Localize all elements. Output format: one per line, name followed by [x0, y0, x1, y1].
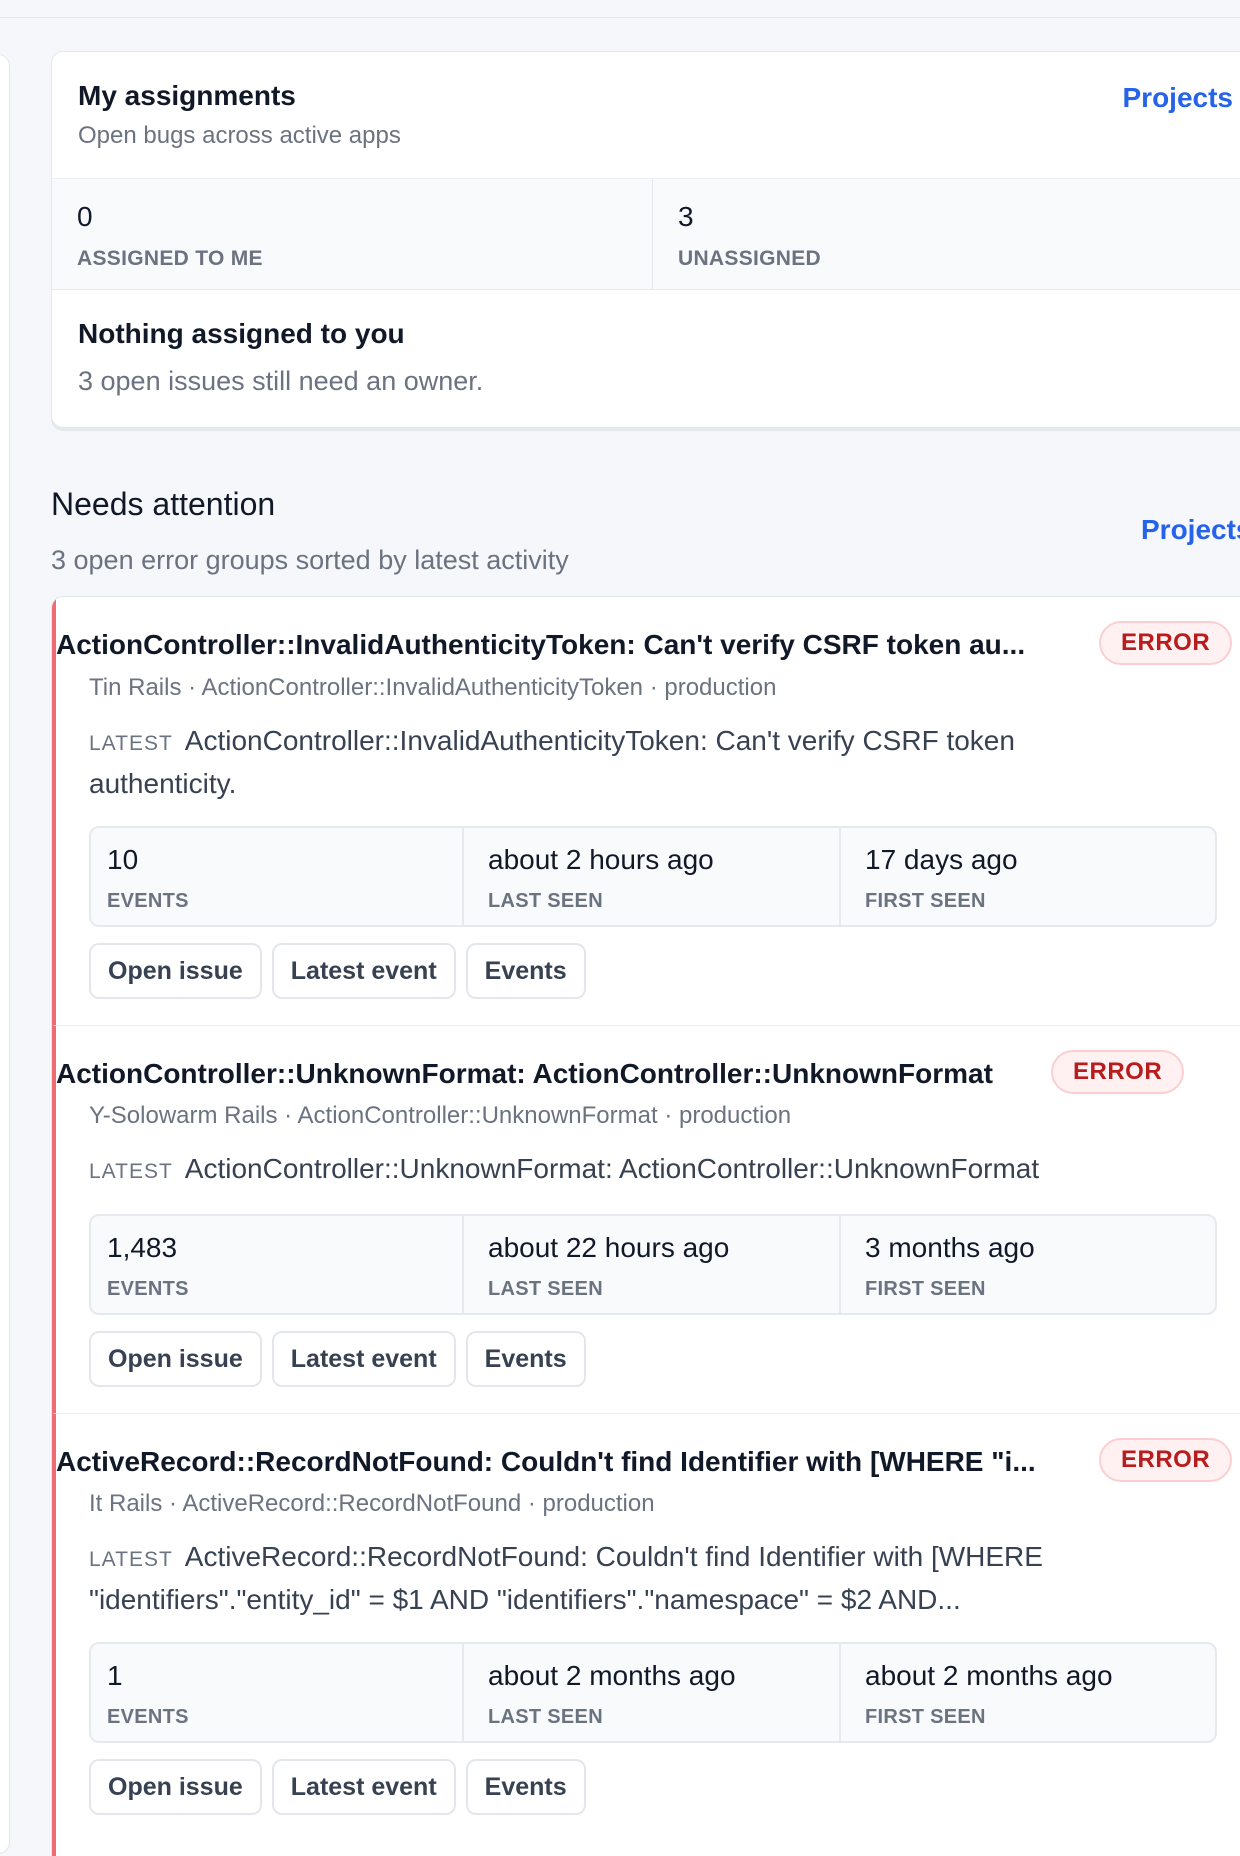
- stat-assigned-to-me: 0 ASSIGNED TO ME: [52, 179, 652, 289]
- issue-latest: LATEST ActiveRecord::RecordNotFound: Coul…: [89, 1537, 1089, 1620]
- needs-attention-subtitle: 3 open error groups sorted by latest act…: [51, 545, 569, 575]
- latest-text: ActiveRecord::RecordNotFound: Couldn't f…: [89, 1541, 1043, 1615]
- metric-value: about 2 months ago: [865, 1660, 1113, 1691]
- metric-first-seen: about 2 months ago FIRST SEEN: [839, 1644, 1215, 1741]
- metric-value: 1,483: [107, 1232, 178, 1263]
- events-button[interactable]: Events: [465, 943, 586, 999]
- issue-meta: Tin Rails · ActionController::InvalidAut…: [89, 674, 777, 701]
- metric-value: about 22 hours ago: [488, 1232, 730, 1263]
- issue-meta: It Rails · ActiveRecord::RecordNotFound …: [89, 1490, 655, 1517]
- stat-value: 3: [678, 201, 694, 232]
- metric-events: 1,483 EVENTS: [91, 1216, 462, 1313]
- assignments-card: My assignments Open bugs across active a…: [51, 51, 1240, 428]
- issue-latest: LATEST ActionController::UnknownFormat: A…: [89, 1149, 1189, 1192]
- top-bar: [0, 0, 1240, 18]
- stat-unassigned: 3 UNASSIGNED: [652, 179, 1240, 289]
- latest-label: LATEST: [89, 732, 173, 755]
- metric-events: 10 EVENTS: [91, 828, 462, 925]
- issue-metrics: 1 EVENTS about 2 months ago LAST SEEN ab…: [89, 1642, 1217, 1743]
- stat-value: 0: [77, 201, 93, 232]
- issue-title[interactable]: ActiveRecord::RecordNotFound: Couldn't f…: [56, 1446, 1056, 1478]
- metric-label: LAST SEEN: [488, 1706, 603, 1728]
- empty-state: Nothing assigned to you 3 open issues st…: [52, 290, 1240, 397]
- metric-label: LAST SEEN: [488, 890, 603, 912]
- latest-text: ActionController::InvalidAuthenticityTok…: [89, 725, 1015, 799]
- latest-label: LATEST: [89, 1160, 173, 1183]
- metric-last-seen: about 22 hours ago LAST SEEN: [462, 1216, 839, 1313]
- open-issue-button[interactable]: Open issue: [89, 943, 262, 999]
- metric-value: 10: [107, 844, 139, 875]
- metric-value: 3 months ago: [865, 1232, 1035, 1263]
- open-issue-button[interactable]: Open issue: [89, 1759, 262, 1815]
- events-button[interactable]: Events: [465, 1759, 586, 1815]
- metric-value: about 2 hours ago: [488, 844, 714, 875]
- status-badge: ERROR: [1099, 621, 1233, 665]
- issue-meta: Y-Solowarm Rails · ActionController::Unk…: [89, 1102, 792, 1129]
- metric-label: FIRST SEEN: [865, 1706, 986, 1728]
- latest-label: LATEST: [89, 1548, 173, 1571]
- metric-label: EVENTS: [107, 1706, 189, 1728]
- latest-event-button[interactable]: Latest event: [271, 943, 456, 999]
- metric-label: LAST SEEN: [488, 1278, 603, 1300]
- metric-last-seen: about 2 months ago LAST SEEN: [462, 1644, 839, 1741]
- metric-label: EVENTS: [107, 1278, 189, 1300]
- issue-list: ActionController::InvalidAuthenticityTok…: [51, 596, 1240, 1856]
- latest-text: ActionController::UnknownFormat: ActionC…: [184, 1153, 1040, 1184]
- events-button[interactable]: Events: [465, 1331, 586, 1387]
- latest-event-button[interactable]: Latest event: [271, 1331, 456, 1387]
- metric-value: about 2 months ago: [488, 1660, 736, 1691]
- issue-actions: Open issue Latest event Events: [89, 1331, 586, 1387]
- status-badge: ERROR: [1051, 1050, 1185, 1094]
- empty-state-title: Nothing assigned to you: [78, 318, 405, 349]
- needs-attention-projects-link[interactable]: Projects: [1141, 514, 1240, 546]
- assignment-stats: 0 ASSIGNED TO ME 3 UNASSIGNED: [52, 178, 1240, 290]
- issue-title[interactable]: ActionController::InvalidAuthenticityTok…: [56, 629, 1046, 661]
- issue-title[interactable]: ActionController::UnknownFormat: ActionC…: [56, 1058, 1016, 1090]
- metric-first-seen: 17 days ago FIRST SEEN: [839, 828, 1215, 925]
- metric-label: EVENTS: [107, 890, 189, 912]
- issue-latest: LATEST ActionController::InvalidAuthentic…: [89, 721, 1089, 804]
- metric-first-seen: 3 months ago FIRST SEEN: [839, 1216, 1215, 1313]
- metric-value: 17 days ago: [865, 844, 1018, 875]
- latest-event-button[interactable]: Latest event: [271, 1759, 456, 1815]
- issue-metrics: 10 EVENTS about 2 hours ago LAST SEEN 17…: [89, 826, 1217, 927]
- stat-label: ASSIGNED TO ME: [77, 247, 263, 270]
- metric-events: 1 EVENTS: [91, 1644, 462, 1741]
- assignments-subtitle: Open bugs across active apps: [78, 122, 401, 149]
- issue-metrics: 1,483 EVENTS about 22 hours ago LAST SEE…: [89, 1214, 1217, 1315]
- stat-label: UNASSIGNED: [678, 247, 822, 270]
- needs-attention-title: Needs attention: [51, 486, 276, 522]
- assignments-title: My assignments: [78, 80, 296, 111]
- open-issue-button[interactable]: Open issue: [89, 1331, 262, 1387]
- assignments-header: My assignments Open bugs across active a…: [52, 52, 1240, 178]
- issue-actions: Open issue Latest event Events: [89, 1759, 586, 1815]
- assignments-projects-link[interactable]: Projects: [1123, 82, 1234, 114]
- metric-label: FIRST SEEN: [865, 1278, 986, 1300]
- needs-attention-header: Needs attention 3 open error groups sort…: [51, 486, 1240, 576]
- metric-last-seen: about 2 hours ago LAST SEEN: [462, 828, 839, 925]
- status-badge: ERROR: [1099, 1438, 1233, 1482]
- empty-state-text: 3 open issues still need an owner.: [78, 366, 484, 396]
- sidebar-edge: [0, 54, 10, 1854]
- metric-label: FIRST SEEN: [865, 890, 986, 912]
- issue-actions: Open issue Latest event Events: [89, 943, 586, 999]
- metric-value: 1: [107, 1660, 123, 1691]
